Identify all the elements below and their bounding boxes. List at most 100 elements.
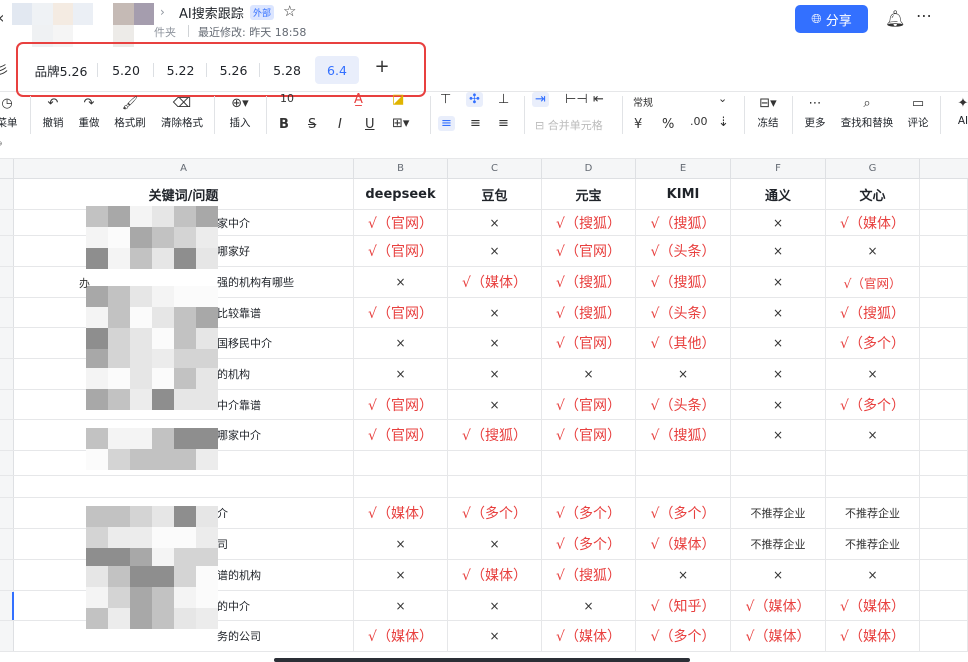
- redo-button[interactable]: ↷ 重做: [74, 96, 104, 130]
- table-cell[interactable]: [636, 476, 731, 497]
- wrap-text-icon[interactable]: ⇥: [532, 92, 549, 107]
- table-cell[interactable]: [920, 621, 968, 651]
- table-cell[interactable]: √（媒体）: [354, 498, 448, 528]
- question-cell[interactable]: [14, 476, 354, 497]
- row-number[interactable]: [0, 621, 14, 651]
- freeze-button[interactable]: ⊟▾ 冻结: [752, 96, 784, 130]
- table-cell[interactable]: ×: [731, 390, 826, 419]
- table-cell[interactable]: [354, 476, 448, 497]
- table-cell[interactable]: ×: [448, 529, 542, 559]
- table-cell[interactable]: ×: [542, 591, 636, 620]
- table-cell[interactable]: √（搜狐）: [542, 267, 636, 297]
- share-button[interactable]: 🌐︎ 分享: [795, 5, 868, 33]
- row-number[interactable]: [0, 529, 14, 559]
- table-cell[interactable]: √（官网）: [826, 267, 920, 297]
- clear-format-button[interactable]: ⌫ 清除格式: [156, 96, 208, 130]
- table-cell[interactable]: √（官网）: [354, 390, 448, 419]
- table-cell[interactable]: √（搜狐）: [542, 298, 636, 327]
- table-cell[interactable]: [448, 476, 542, 497]
- table-cell[interactable]: [731, 476, 826, 497]
- row-number[interactable]: [0, 560, 14, 590]
- table-cell[interactable]: [826, 476, 920, 497]
- table-cell[interactable]: √（其他）: [636, 328, 731, 358]
- table-cell[interactable]: [731, 451, 826, 475]
- fill-color-icon[interactable]: ◪: [392, 92, 404, 107]
- table-cell[interactable]: [920, 451, 968, 475]
- table-cell[interactable]: [920, 420, 968, 450]
- table-cell[interactable]: √（多个）: [826, 328, 920, 358]
- table-cell[interactable]: 不推荐企业: [731, 529, 826, 559]
- table-cell[interactable]: √（官网）: [354, 210, 448, 235]
- table-cell[interactable]: √（媒体）: [542, 621, 636, 651]
- table-cell[interactable]: 不推荐企业: [826, 529, 920, 559]
- insert-button[interactable]: ⊕▾ 插入: [222, 96, 258, 130]
- table-cell[interactable]: ×: [448, 328, 542, 358]
- table-cell[interactable]: ×: [731, 560, 826, 590]
- table-cell[interactable]: ×: [731, 298, 826, 327]
- align-right-icon[interactable]: ≡: [498, 116, 509, 131]
- table-cell[interactable]: √（媒体）: [731, 621, 826, 651]
- table-cell[interactable]: ×: [448, 236, 542, 266]
- table-cell[interactable]: ×: [448, 359, 542, 389]
- ai-button[interactable]: ✦ AI: [948, 96, 968, 127]
- comment-button[interactable]: ▭ 评论: [902, 96, 934, 130]
- align-left-icon[interactable]: ≡: [438, 116, 455, 131]
- table-cell[interactable]: deepseek: [354, 179, 448, 209]
- table-cell[interactable]: [920, 328, 968, 358]
- strikethrough-icon[interactable]: S: [308, 117, 316, 132]
- table-cell[interactable]: [920, 267, 968, 297]
- table-cell[interactable]: √（头条）: [636, 390, 731, 419]
- row-number[interactable]: [0, 451, 14, 475]
- table-cell[interactable]: ×: [448, 390, 542, 419]
- align-center-icon[interactable]: ≡: [470, 116, 481, 131]
- star-icon[interactable]: ☆: [283, 2, 296, 20]
- table-cell[interactable]: [920, 498, 968, 528]
- table-cell[interactable]: √（官网）: [354, 298, 448, 327]
- row-number[interactable]: [0, 267, 14, 297]
- table-cell[interactable]: ×: [542, 359, 636, 389]
- column-header-e[interactable]: E: [636, 159, 731, 179]
- column-header-d[interactable]: D: [542, 159, 636, 179]
- table-cell[interactable]: ×: [448, 591, 542, 620]
- question-cell[interactable]: 关键词/问题: [14, 179, 354, 209]
- table-cell[interactable]: √（媒体）: [826, 210, 920, 235]
- table-cell[interactable]: [354, 451, 448, 475]
- undo-button[interactable]: ↶ 撤销: [38, 96, 68, 130]
- table-cell[interactable]: ×: [354, 560, 448, 590]
- table-cell[interactable]: 不推荐企业: [826, 498, 920, 528]
- table-cell[interactable]: [920, 560, 968, 590]
- table-cell[interactable]: 通义: [731, 179, 826, 209]
- table-cell[interactable]: √（知乎）: [636, 591, 731, 620]
- row-number[interactable]: [0, 420, 14, 450]
- clip-icon[interactable]: ⇤: [593, 92, 604, 107]
- table-cell[interactable]: ×: [731, 267, 826, 297]
- table-cell[interactable]: √（搜狐）: [826, 298, 920, 327]
- table-cell[interactable]: √（媒体）: [636, 529, 731, 559]
- currency-button[interactable]: ¥: [634, 117, 642, 132]
- table-cell[interactable]: √（搜狐）: [448, 420, 542, 450]
- more-options-icon[interactable]: ⋯: [916, 6, 933, 25]
- table-cell[interactable]: √（官网）: [542, 236, 636, 266]
- table-cell[interactable]: ×: [826, 560, 920, 590]
- table-cell[interactable]: ×: [448, 210, 542, 235]
- table-cell[interactable]: √（头条）: [636, 236, 731, 266]
- table-cell[interactable]: ×: [731, 328, 826, 358]
- column-header-f[interactable]: F: [731, 159, 826, 179]
- row-number[interactable]: [0, 359, 14, 389]
- increase-decimal-icon[interactable]: ⇣: [718, 115, 729, 130]
- table-cell[interactable]: √（多个）: [542, 498, 636, 528]
- table-cell[interactable]: ×: [354, 328, 448, 358]
- table-cell[interactable]: [920, 210, 968, 235]
- table-cell[interactable]: ×: [731, 359, 826, 389]
- underline-icon[interactable]: U: [365, 117, 375, 132]
- table-cell[interactable]: √（多个）: [826, 390, 920, 419]
- table-cell[interactable]: [920, 529, 968, 559]
- overflow-icon[interactable]: ⊢⊣: [565, 92, 588, 107]
- table-cell[interactable]: 元宝: [542, 179, 636, 209]
- menu-button[interactable]: ◷ 菜单: [0, 96, 20, 130]
- table-cell[interactable]: ×: [731, 420, 826, 450]
- select-all-corner[interactable]: [0, 159, 14, 179]
- table-cell[interactable]: √（官网）: [542, 420, 636, 450]
- table-cell[interactable]: [636, 451, 731, 475]
- table-cell[interactable]: [920, 298, 968, 327]
